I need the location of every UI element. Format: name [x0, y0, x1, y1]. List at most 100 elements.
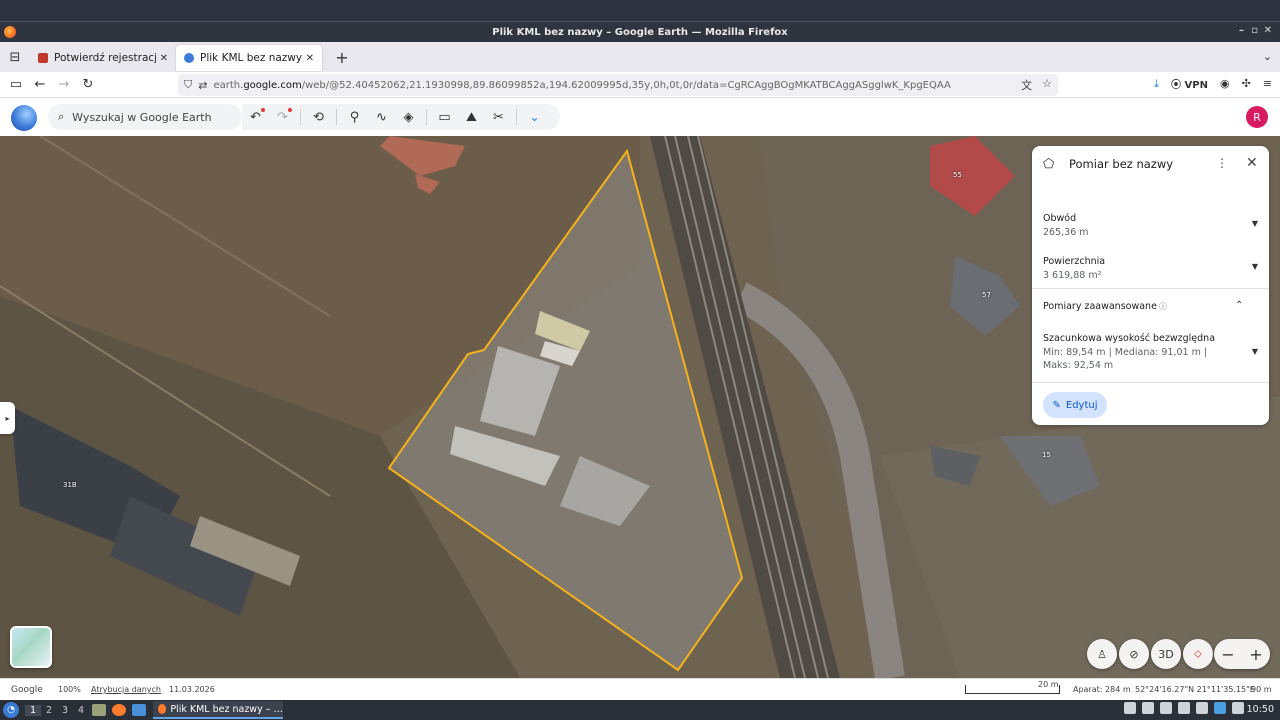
- history-icon[interactable]: ⟲: [305, 104, 332, 130]
- network-icon[interactable]: [1178, 702, 1190, 714]
- search-placeholder: Wyszukaj w Google Earth: [72, 110, 212, 124]
- notes-icon[interactable]: [1160, 702, 1172, 714]
- volume-icon[interactable]: [1142, 702, 1154, 714]
- extensions-icon[interactable]: ✣: [1242, 77, 1251, 90]
- permissions-icon[interactable]: ⇄: [198, 79, 207, 92]
- elevation-row[interactable]: Szacunkowa wysokość bezwzględna Min: 89,…: [1043, 333, 1258, 372]
- tab-overflow-icon[interactable]: ⌄: [1263, 50, 1272, 63]
- downloads-icon[interactable]: ⤓: [1154, 77, 1159, 91]
- minimize-button[interactable]: –: [1239, 25, 1244, 36]
- earth-tools: ↶ ↷ ⟲ ⚲ ∿ ◈ ▭ ⛰ ✂ ⌄: [242, 104, 560, 130]
- layers-icon[interactable]: ◈: [395, 104, 422, 130]
- tools-icon[interactable]: ✂: [485, 104, 512, 130]
- 3d-toggle-button[interactable]: 3D: [1151, 639, 1181, 669]
- site-info-icon[interactable]: ⛉: [184, 78, 192, 92]
- calendar-icon[interactable]: [1196, 702, 1208, 714]
- tab-label: Plik KML bez nazwy – Goo: [200, 52, 302, 64]
- window-title-bar: Plik KML bez nazwy – Google Earth — Mozi…: [0, 22, 1280, 42]
- search-input[interactable]: ⌕ Wyszukaj w Google Earth: [48, 104, 242, 130]
- workspace-2[interactable]: 2: [41, 705, 57, 716]
- tab-label: Potwierdź rejestrację w A: [54, 52, 156, 64]
- tab-list-icon[interactable]: ⊟: [0, 42, 30, 72]
- info-icon[interactable]: ⓘ: [1159, 302, 1167, 311]
- start-menu-icon[interactable]: ◔: [3, 702, 19, 718]
- menu-icon[interactable]: ≡: [1263, 77, 1272, 90]
- system-tray: [1124, 702, 1244, 714]
- tab-close-icon[interactable]: ✕: [306, 53, 314, 64]
- reload-button[interactable]: ↻: [76, 74, 100, 96]
- house-number-label: 55: [953, 171, 962, 179]
- window-title: Plik KML bez nazwy – Google Earth — Mozi…: [492, 26, 788, 38]
- close-icon[interactable]: ✕: [1246, 155, 1258, 171]
- panel-header: ⬠ Pomiar bez nazwy ⋮ ✕: [1032, 146, 1269, 184]
- area-row[interactable]: Powierzchnia 3 619,88 m² ▼: [1043, 256, 1258, 282]
- workspace-3[interactable]: 3: [57, 705, 73, 716]
- firefox-icon[interactable]: [112, 704, 126, 716]
- battery-icon[interactable]: [1232, 702, 1244, 714]
- forward-button[interactable]: →: [52, 74, 76, 96]
- image-overlay-icon[interactable]: ⛰: [458, 104, 485, 130]
- sidebar-toggle-icon[interactable]: ▭: [4, 74, 28, 96]
- google-earth-logo-icon[interactable]: [11, 105, 37, 131]
- tab-bar: ⊟ Potwierdź rejestrację w A ✕ Plik KML b…: [0, 42, 1280, 72]
- chevron-down-icon[interactable]: ▼: [1252, 262, 1258, 271]
- data-attribution-link[interactable]: Atrybucja danych: [91, 685, 161, 694]
- imagery-date: 11.03.2026: [169, 685, 215, 694]
- translate-icon[interactable]: 文: [1021, 77, 1032, 93]
- zoom-in-button[interactable]: +: [1249, 645, 1262, 664]
- chevron-up-icon[interactable]: ⌃: [1235, 300, 1243, 311]
- file-manager-icon[interactable]: [92, 704, 106, 716]
- account-icon[interactable]: ◉: [1220, 77, 1230, 90]
- workspace-1[interactable]: 1: [25, 704, 41, 716]
- update-icon[interactable]: [1214, 702, 1226, 714]
- chevron-down-icon[interactable]: ⌄: [521, 104, 548, 130]
- vpn-button[interactable]: ⦿ VPN: [1171, 76, 1208, 91]
- pegman-icon[interactable]: ♙: [1087, 639, 1117, 669]
- side-panel-toggle-icon[interactable]: ▸: [0, 402, 15, 434]
- navigation-bar: ▭ ← → ↻ ⛉ ⇄ earth.google.com/web/@52.404…: [0, 72, 1280, 98]
- chevron-down-icon[interactable]: ▼: [1252, 219, 1258, 228]
- avatar[interactable]: R: [1246, 106, 1268, 128]
- url-text: earth.google.com/web/@52.40452062,21.193…: [213, 79, 951, 91]
- draw-path-icon[interactable]: ∿: [368, 104, 395, 130]
- advanced-measurements-header[interactable]: Pomiary zaawansowane ⓘ: [1043, 301, 1167, 312]
- address-bar[interactable]: ⛉ ⇄ earth.google.com/web/@52.40452062,21…: [178, 74, 1058, 96]
- area-label: Powierzchnia: [1043, 256, 1106, 267]
- scale-label: 20 m: [1038, 680, 1059, 689]
- location-off-icon[interactable]: ⊘: [1119, 639, 1149, 669]
- camera-altitude: Aparat: 284 m: [1073, 685, 1131, 694]
- house-number-label: 31B: [63, 481, 77, 489]
- more-options-icon[interactable]: ⋮: [1216, 156, 1228, 170]
- workspace-4[interactable]: 4: [73, 705, 89, 716]
- search-icon: ⌕: [58, 110, 65, 123]
- add-placemark-icon[interactable]: ⚲: [341, 104, 368, 130]
- edit-button[interactable]: ✎ Edytuj: [1043, 392, 1107, 418]
- tray-app-icon[interactable]: [1124, 702, 1136, 714]
- taskbar: ◔ 1 2 3 4 Plik KML bez nazwy – … 10:50: [0, 700, 1280, 720]
- tab-close-icon[interactable]: ✕: [160, 53, 168, 64]
- new-tab-button[interactable]: +: [330, 48, 354, 67]
- measure-icon[interactable]: ▭: [431, 104, 458, 130]
- taskbar-window-firefox[interactable]: Plik KML bez nazwy – …: [153, 701, 283, 719]
- map-style-thumbnail[interactable]: [10, 626, 52, 668]
- house-number-label: 57: [982, 291, 991, 299]
- screen: Plik KML bez nazwy – Google Earth — Mozi…: [0, 0, 1280, 720]
- close-window-button[interactable]: ✕: [1264, 25, 1272, 36]
- tab-google-earth[interactable]: Plik KML bez nazwy – Goo ✕: [176, 45, 322, 71]
- redo-icon[interactable]: ↷: [269, 104, 296, 130]
- back-button[interactable]: ←: [28, 74, 52, 96]
- restore-button[interactable]: ▫: [1251, 25, 1258, 36]
- tab-registration[interactable]: Potwierdź rejestrację w A ✕: [30, 45, 176, 71]
- zoom-level: 100%: [58, 685, 81, 694]
- perimeter-row[interactable]: Obwód 265,36 m ▼: [1043, 213, 1258, 239]
- zoom-out-button[interactable]: −: [1221, 645, 1234, 664]
- chevron-down-icon[interactable]: ▼: [1252, 347, 1258, 356]
- compass-icon[interactable]: ⬦: [1183, 639, 1213, 669]
- ground-altitude: 90 m: [1251, 685, 1272, 694]
- undo-icon[interactable]: ↶: [242, 104, 269, 130]
- tab-favicon-icon: [184, 53, 194, 63]
- bookmark-star-icon[interactable]: ☆: [1042, 77, 1052, 93]
- panel-title: Pomiar bez nazwy: [1069, 157, 1174, 171]
- terminal-icon[interactable]: [132, 704, 146, 716]
- pencil-icon: ✎: [1052, 399, 1061, 411]
